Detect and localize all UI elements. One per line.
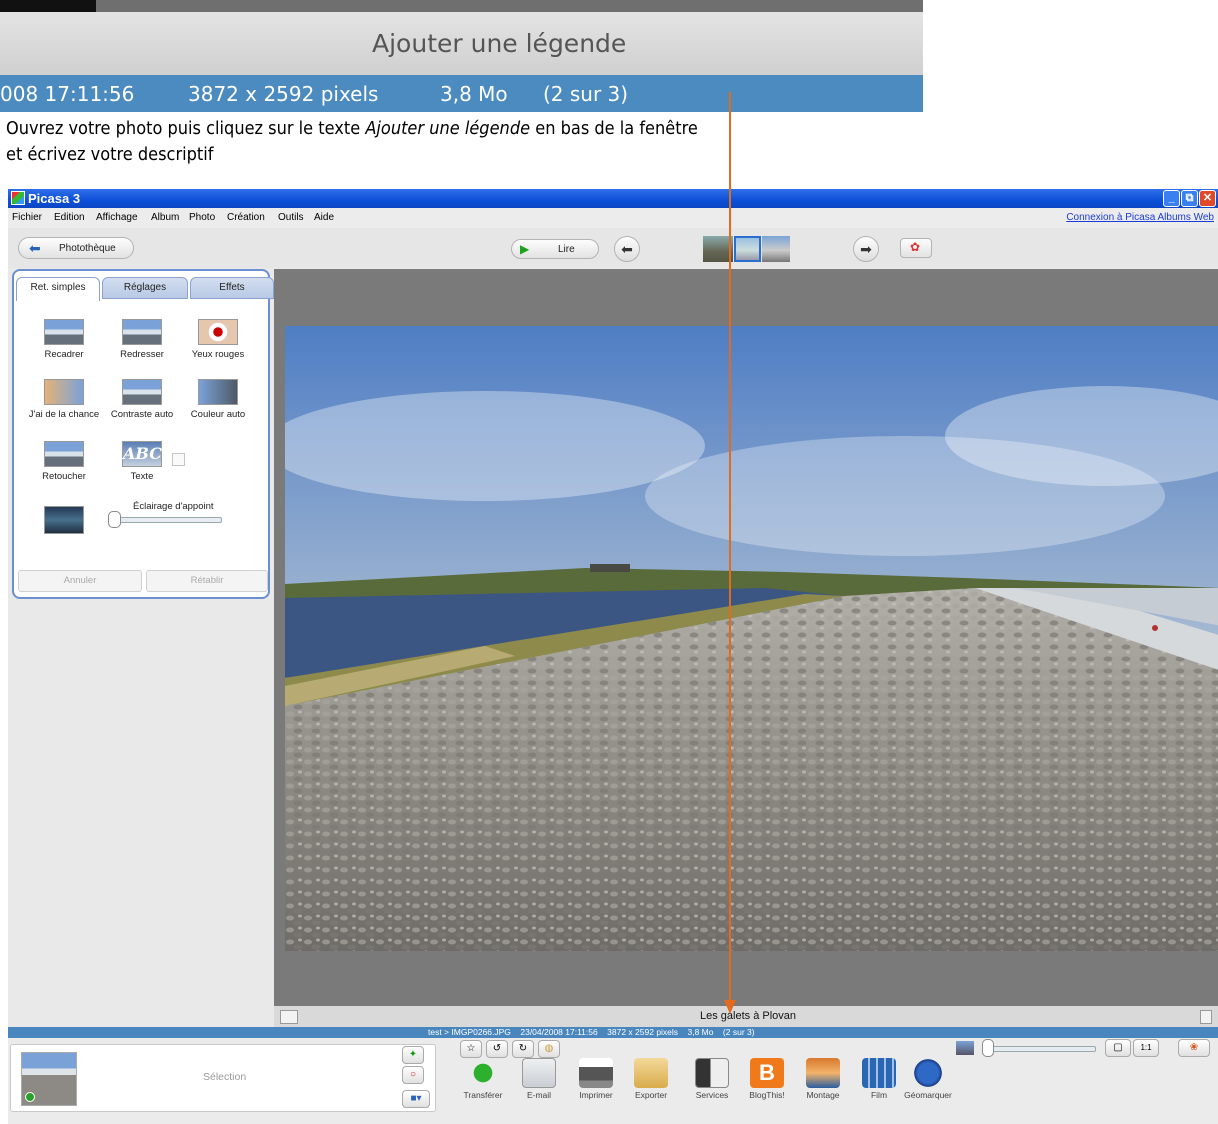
annotation-arrow (724, 92, 736, 1014)
